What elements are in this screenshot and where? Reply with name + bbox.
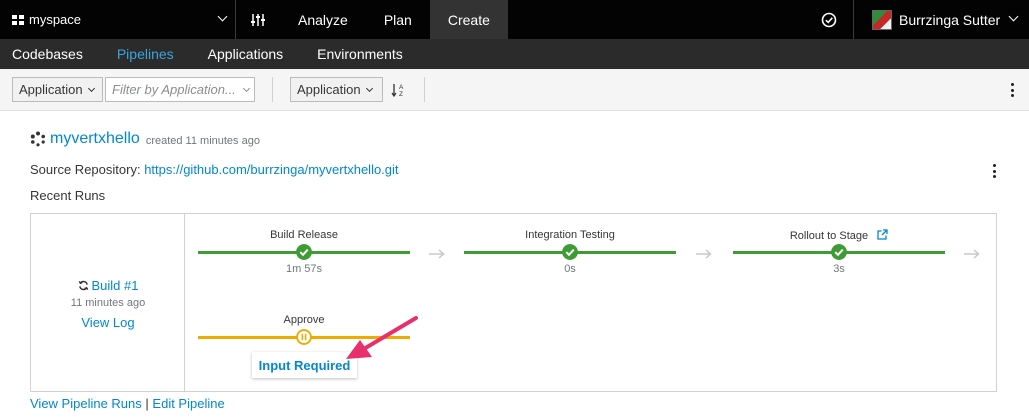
check-circle-icon <box>831 244 847 260</box>
chevron-down-icon <box>1008 11 1019 22</box>
stage-name-wrap: Rollout to Stage <box>733 229 945 242</box>
source-repo-link[interactable]: https://github.com/burrzinga/myvertxhell… <box>144 162 398 177</box>
build-link[interactable]: Build #1 <box>31 278 185 293</box>
stage-rollout-to-stage: Rollout to Stage 3s <box>733 229 945 289</box>
divider <box>424 77 425 102</box>
stage-duration: 3s <box>833 263 845 275</box>
view-pipeline-runs-link[interactable]: View Pipeline Runs <box>30 396 142 411</box>
stage-name: Integration Testing <box>525 229 615 241</box>
build-time: 11 minutes ago <box>70 297 146 309</box>
chevron-down-icon <box>217 11 228 22</box>
pause-circle-icon <box>296 329 312 345</box>
stage-name: Rollout to Stage <box>789 230 869 242</box>
tab-codebases[interactable]: Codebases <box>12 46 83 62</box>
top-navbar: myspace Analyze Plan Create Burrzinga Su… <box>0 0 1029 39</box>
sub-navbar: Codebases Pipelines Applications Environ… <box>0 39 1029 69</box>
edit-pipeline-link[interactable]: Edit Pipeline <box>152 396 224 411</box>
filter-type-label: Application <box>19 82 83 97</box>
source-label: Source Repository: <box>30 162 141 177</box>
pipeline-kebab-icon[interactable] <box>992 164 996 178</box>
arrow-right-icon <box>696 249 712 259</box>
pipeline-run-card: Build #1 11 minutes ago View Log Build R… <box>30 213 997 392</box>
stage-duration: 0s <box>564 263 576 275</box>
nav-create[interactable]: Create <box>429 0 508 39</box>
source-repository: Source Repository: https://github.com/bu… <box>30 162 399 177</box>
chevron-down-icon <box>87 84 95 92</box>
check-circle-icon <box>562 244 578 260</box>
check-circle-icon <box>296 244 312 260</box>
sort-field-dropdown[interactable]: Application <box>290 77 383 102</box>
external-link-icon[interactable] <box>877 229 888 240</box>
filter-type-dropdown[interactable]: Application <box>12 77 103 102</box>
view-log-link[interactable]: View Log <box>31 315 185 330</box>
user-name: Burrzinga Sutter <box>899 11 1001 28</box>
toolbar-kebab-icon[interactable] <box>1010 83 1014 97</box>
annotation-arrow-icon <box>346 316 418 359</box>
svg-text:A: A <box>399 84 404 91</box>
nav-plan[interactable]: Plan <box>366 0 430 39</box>
build-summary: Build #1 11 minutes ago View Log <box>31 214 185 391</box>
space-switcher[interactable]: myspace <box>0 0 236 39</box>
svg-text:Z: Z <box>399 91 403 98</box>
build-title: Build #1 <box>91 278 139 293</box>
recent-runs-heading: Recent Runs <box>30 188 106 203</box>
stage-integration-testing: Integration Testing 0s <box>464 229 676 289</box>
pipeline-header: myvertxhello created 11 minutes ago <box>30 130 260 148</box>
sliders-icon <box>251 13 265 26</box>
arrow-right-icon <box>429 249 445 259</box>
stage-build-release: Build Release 1m 57s <box>198 229 410 289</box>
filter-input[interactable]: Filter by Application... <box>105 77 255 102</box>
settings-button[interactable] <box>236 0 280 39</box>
space-name: myspace <box>29 12 82 27</box>
tab-environments[interactable]: Environments <box>317 46 403 62</box>
chevron-down-icon <box>242 84 250 92</box>
link-separator: | <box>145 396 149 411</box>
pipeline-name-link[interactable]: myvertxhello <box>50 130 140 148</box>
spinner-icon <box>30 131 45 147</box>
user-menu[interactable]: Burrzinga Sutter <box>854 0 1029 39</box>
notifications-button[interactable] <box>804 0 854 39</box>
chevron-down-icon <box>365 84 373 92</box>
tab-pipelines[interactable]: Pipelines <box>117 46 174 62</box>
tab-applications[interactable]: Applications <box>208 46 284 62</box>
nav-analyze[interactable]: Analyze <box>280 0 366 39</box>
stage-duration: 1m 57s <box>285 263 323 275</box>
sort-field-label: Application <box>297 82 361 97</box>
sort-alpha-icon[interactable]: A Z <box>391 82 407 98</box>
arrow-right-icon <box>964 249 980 259</box>
pipeline-links: View Pipeline Runs | Edit Pipeline <box>30 396 225 411</box>
grid-icon <box>12 14 24 25</box>
check-circle-icon <box>821 12 836 27</box>
divider <box>272 77 273 102</box>
pipeline-created: created 11 minutes ago <box>145 134 260 147</box>
stage-name: Build Release <box>270 229 338 241</box>
filter-placeholder: Filter by Application... <box>112 82 236 97</box>
avatar <box>872 9 892 30</box>
filter-toolbar: Application Filter by Application... App… <box>0 69 1029 111</box>
sync-icon <box>78 280 88 291</box>
